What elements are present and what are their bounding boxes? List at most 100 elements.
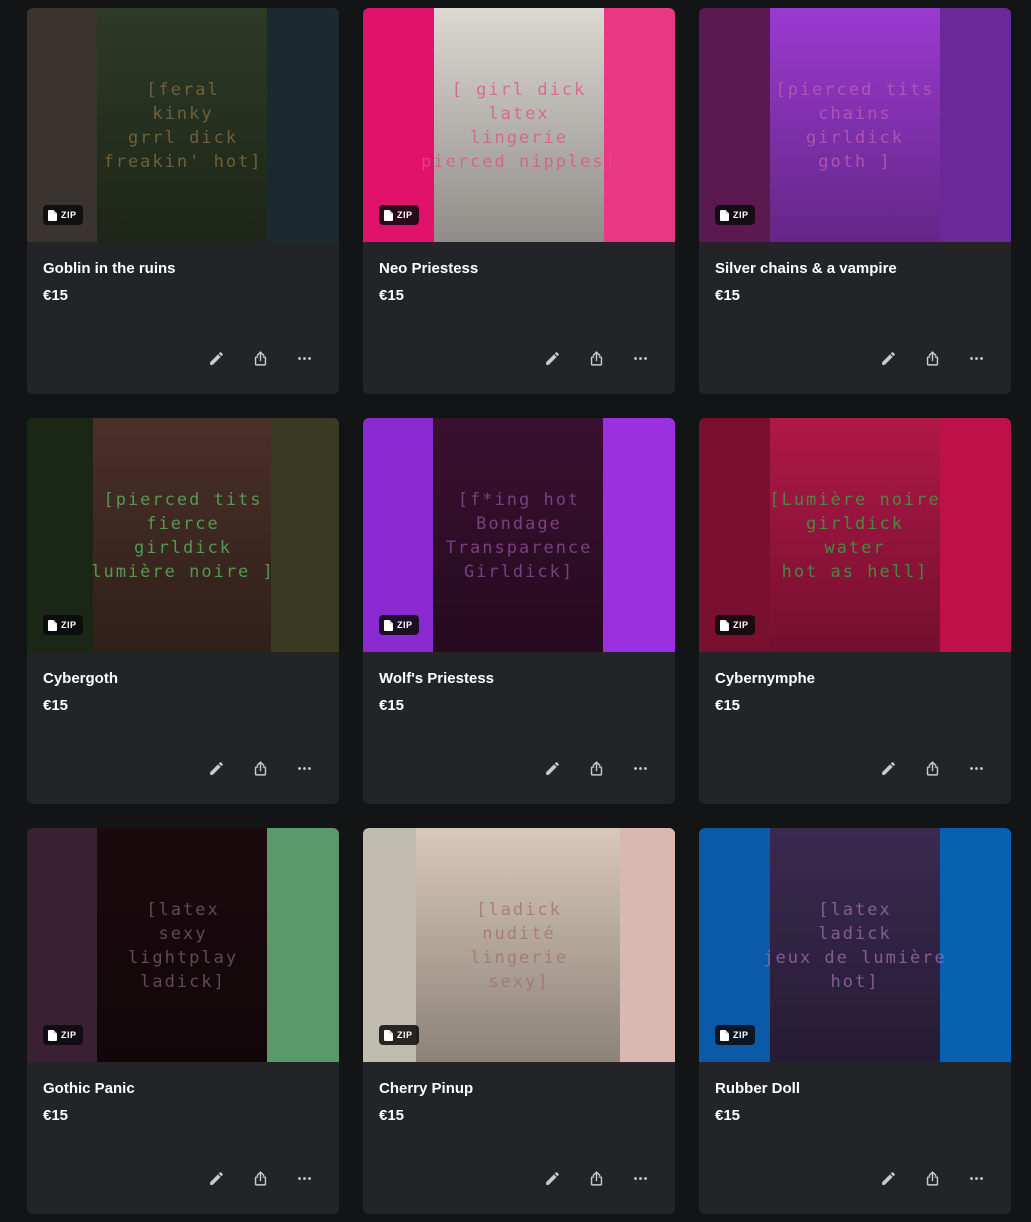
pencil-icon — [545, 1171, 559, 1185]
product-title[interactable]: Silver chains & a vampire — [715, 260, 995, 278]
product-actions — [873, 756, 991, 780]
product-actions — [873, 346, 991, 370]
pencil-icon — [209, 1171, 223, 1185]
product-info: Neo Priestess €15 — [363, 242, 675, 305]
product-price: €15 — [43, 697, 69, 714]
product-card[interactable]: [ladick nudité lingerie sexy] ZIP Cherry… — [363, 828, 675, 1214]
file-type-label: ZIP — [733, 1030, 749, 1040]
share-button[interactable] — [581, 756, 611, 780]
product-title[interactable]: Rubber Doll — [715, 1080, 995, 1098]
product-info: Goblin in the ruins €15 — [27, 242, 339, 305]
product-title[interactable]: Cybernymphe — [715, 670, 995, 688]
more-options-button[interactable] — [961, 1166, 991, 1190]
product-card[interactable]: [latex sexy lightplay ladick] ZIP Gothic… — [27, 828, 339, 1214]
edit-button[interactable] — [873, 756, 903, 780]
product-card[interactable]: [pierced tits fierce girldick lumière no… — [27, 418, 339, 804]
file-type-label: ZIP — [397, 210, 413, 220]
product-title[interactable]: Gothic Panic — [43, 1080, 323, 1098]
edit-button[interactable] — [537, 756, 567, 780]
file-icon — [384, 1029, 393, 1041]
watermark-text: [pierced tits fierce girldick lumière no… — [91, 490, 275, 582]
file-type-badge: ZIP — [715, 205, 755, 225]
product-card[interactable]: [Lumière noire girldick water hot as hel… — [699, 418, 1011, 804]
share-icon — [590, 760, 602, 776]
product-card[interactable]: [feral kinky grrl dick freakin' hot] ZIP… — [27, 8, 339, 394]
more-options-button[interactable] — [961, 756, 991, 780]
product-info: Gothic Panic €15 — [27, 1062, 339, 1125]
product-card[interactable]: [f*ing hot Bondage Transparence Girldick… — [363, 418, 675, 804]
product-grid: [feral kinky grrl dick freakin' hot] ZIP… — [0, 0, 1031, 1214]
file-icon — [384, 619, 393, 631]
edit-button[interactable] — [537, 1166, 567, 1190]
more-icon — [969, 766, 983, 770]
edit-button[interactable] — [873, 1166, 903, 1190]
share-button[interactable] — [245, 1166, 275, 1190]
file-type-label: ZIP — [397, 1030, 413, 1040]
product-title[interactable]: Wolf's Priestess — [379, 670, 659, 688]
product-card[interactable]: [ girl dick latex lingerie pierced nippl… — [363, 8, 675, 394]
file-type-badge: ZIP — [379, 615, 419, 635]
product-thumbnail[interactable]: [latex ladick jeux de lumière hot] ZIP — [699, 828, 1011, 1062]
share-button[interactable] — [917, 1166, 947, 1190]
product-thumbnail[interactable]: [feral kinky grrl dick freakin' hot] ZIP — [27, 8, 339, 242]
more-options-button[interactable] — [625, 756, 655, 780]
product-price: €15 — [715, 1107, 741, 1124]
watermark-text: [ladick nudité lingerie sexy] — [470, 900, 568, 992]
product-actions — [201, 346, 319, 370]
file-type-badge: ZIP — [715, 1025, 755, 1045]
file-icon — [720, 1029, 729, 1041]
product-thumbnail[interactable]: [pierced tits fierce girldick lumière no… — [27, 418, 339, 652]
more-options-button[interactable] — [289, 1166, 319, 1190]
more-options-button[interactable] — [289, 346, 319, 370]
pencil-icon — [881, 1171, 895, 1185]
product-thumbnail[interactable]: [latex sexy lightplay ladick] ZIP — [27, 828, 339, 1062]
watermark-text: [latex sexy lightplay ladick] — [127, 900, 239, 992]
more-icon — [969, 356, 983, 360]
product-thumbnail[interactable]: [Lumière noire girldick water hot as hel… — [699, 418, 1011, 652]
product-price: €15 — [379, 697, 405, 714]
product-title[interactable]: Neo Priestess — [379, 260, 659, 278]
more-options-button[interactable] — [961, 346, 991, 370]
product-card[interactable]: [latex ladick jeux de lumière hot] ZIP R… — [699, 828, 1011, 1214]
edit-button[interactable] — [201, 756, 231, 780]
more-icon — [633, 766, 647, 770]
more-icon — [297, 1176, 311, 1180]
file-icon — [48, 619, 57, 631]
product-thumbnail[interactable]: [f*ing hot Bondage Transparence Girldick… — [363, 418, 675, 652]
share-button[interactable] — [245, 756, 275, 780]
edit-button[interactable] — [537, 346, 567, 370]
product-actions — [537, 756, 655, 780]
file-type-label: ZIP — [61, 210, 77, 220]
file-type-badge: ZIP — [43, 1025, 83, 1045]
share-icon — [926, 760, 938, 776]
pencil-icon — [545, 351, 559, 365]
file-icon — [48, 1029, 57, 1041]
more-options-button[interactable] — [289, 756, 319, 780]
share-button[interactable] — [245, 346, 275, 370]
pencil-icon — [209, 761, 223, 775]
product-thumbnail[interactable]: [pierced tits chains girldick goth ] ZIP — [699, 8, 1011, 242]
share-button[interactable] — [917, 756, 947, 780]
share-button[interactable] — [581, 1166, 611, 1190]
file-icon — [48, 209, 57, 221]
more-options-button[interactable] — [625, 346, 655, 370]
product-thumbnail[interactable]: [ girl dick latex lingerie pierced nippl… — [363, 8, 675, 242]
file-type-label: ZIP — [61, 1030, 77, 1040]
product-info: Cybergoth €15 — [27, 652, 339, 715]
product-title[interactable]: Goblin in the ruins — [43, 260, 323, 278]
more-options-button[interactable] — [625, 1166, 655, 1190]
product-actions — [537, 1166, 655, 1190]
product-card[interactable]: [pierced tits chains girldick goth ] ZIP… — [699, 8, 1011, 394]
product-title[interactable]: Cybergoth — [43, 670, 323, 688]
product-thumbnail[interactable]: [ladick nudité lingerie sexy] ZIP — [363, 828, 675, 1062]
edit-button[interactable] — [201, 346, 231, 370]
share-button[interactable] — [581, 346, 611, 370]
watermark-text: [ girl dick latex lingerie pierced nippl… — [421, 80, 617, 172]
product-info: Cybernymphe €15 — [699, 652, 1011, 715]
product-title[interactable]: Cherry Pinup — [379, 1080, 659, 1098]
share-icon — [590, 1170, 602, 1186]
share-button[interactable] — [917, 346, 947, 370]
edit-button[interactable] — [201, 1166, 231, 1190]
more-icon — [969, 1176, 983, 1180]
edit-button[interactable] — [873, 346, 903, 370]
